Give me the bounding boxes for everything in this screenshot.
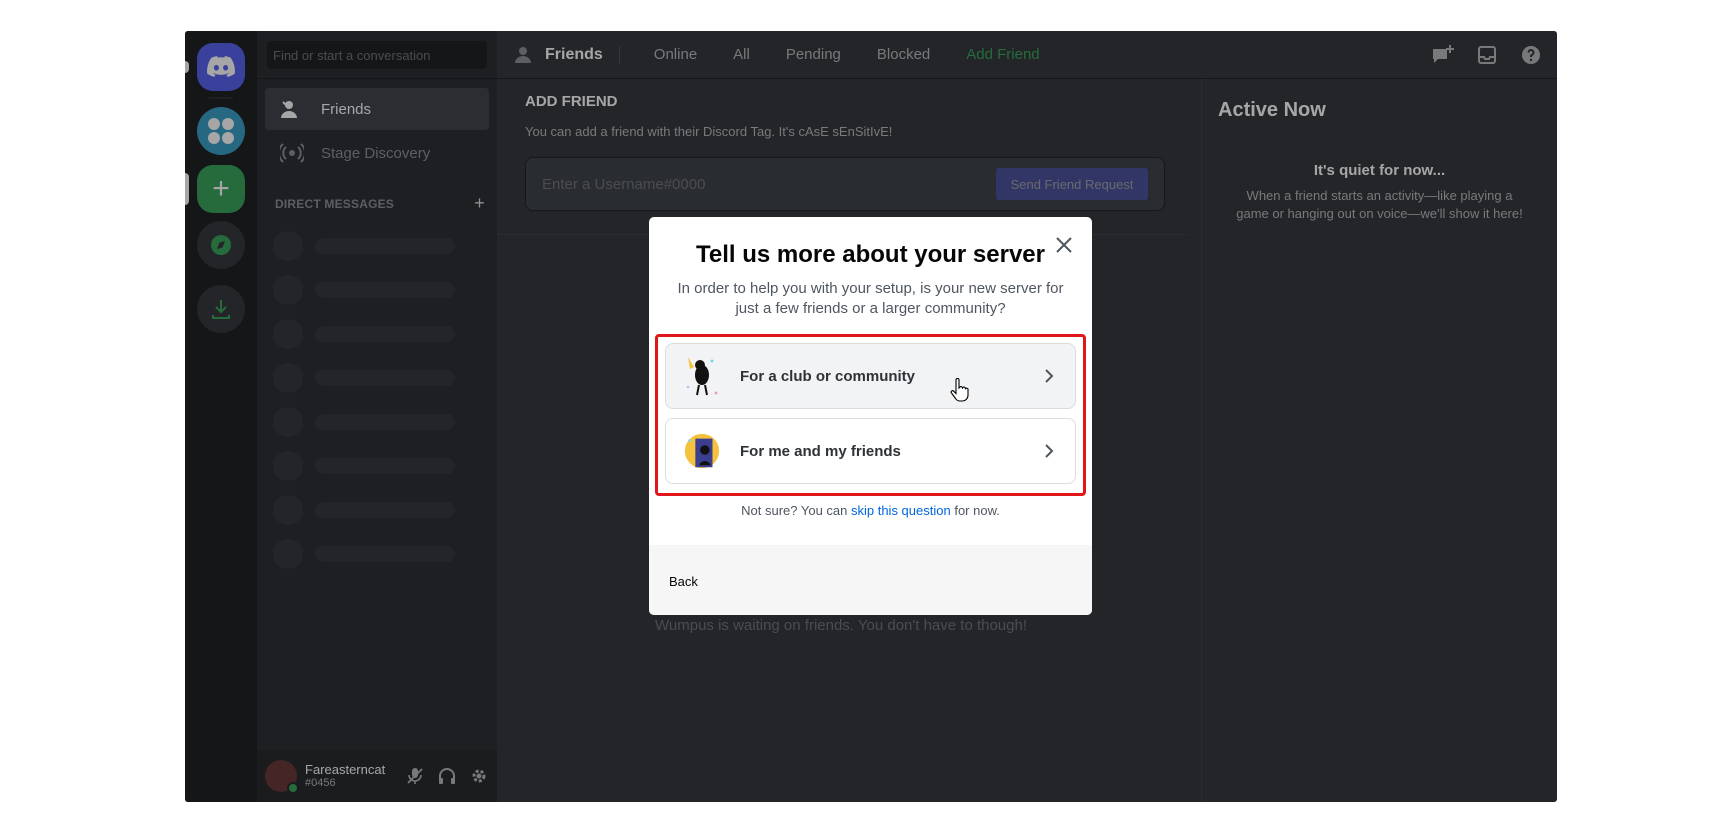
skip-question-link[interactable]: skip this question <box>851 503 951 518</box>
skip-note: Not sure? You can skip this question for… <box>649 503 1092 518</box>
back-button[interactable]: Back <box>669 574 698 589</box>
hand-cursor-icon <box>950 378 969 402</box>
modal-subtitle: In order to help you with your setup, is… <box>677 280 1064 317</box>
skip-note-suffix: for now. <box>950 503 1000 518</box>
server-setup-modal: Tell us more about your server In order … <box>649 217 1092 615</box>
chevron-right-icon <box>1045 369 1054 383</box>
club-illustration-icon <box>682 352 722 400</box>
club-community-option[interactable]: For a club or community <box>665 343 1076 409</box>
modal-title: Tell us more about your server <box>696 241 1045 268</box>
chevron-right-icon <box>1045 444 1054 458</box>
skip-note-prefix: Not sure? You can <box>741 503 851 518</box>
friends-illustration-icon <box>682 427 722 475</box>
option-label: For a club or community <box>740 367 916 385</box>
me-and-friends-option[interactable]: For me and my friends <box>665 418 1076 484</box>
option-label: For me and my friends <box>740 442 901 460</box>
modal-footer: Back <box>649 545 1092 615</box>
